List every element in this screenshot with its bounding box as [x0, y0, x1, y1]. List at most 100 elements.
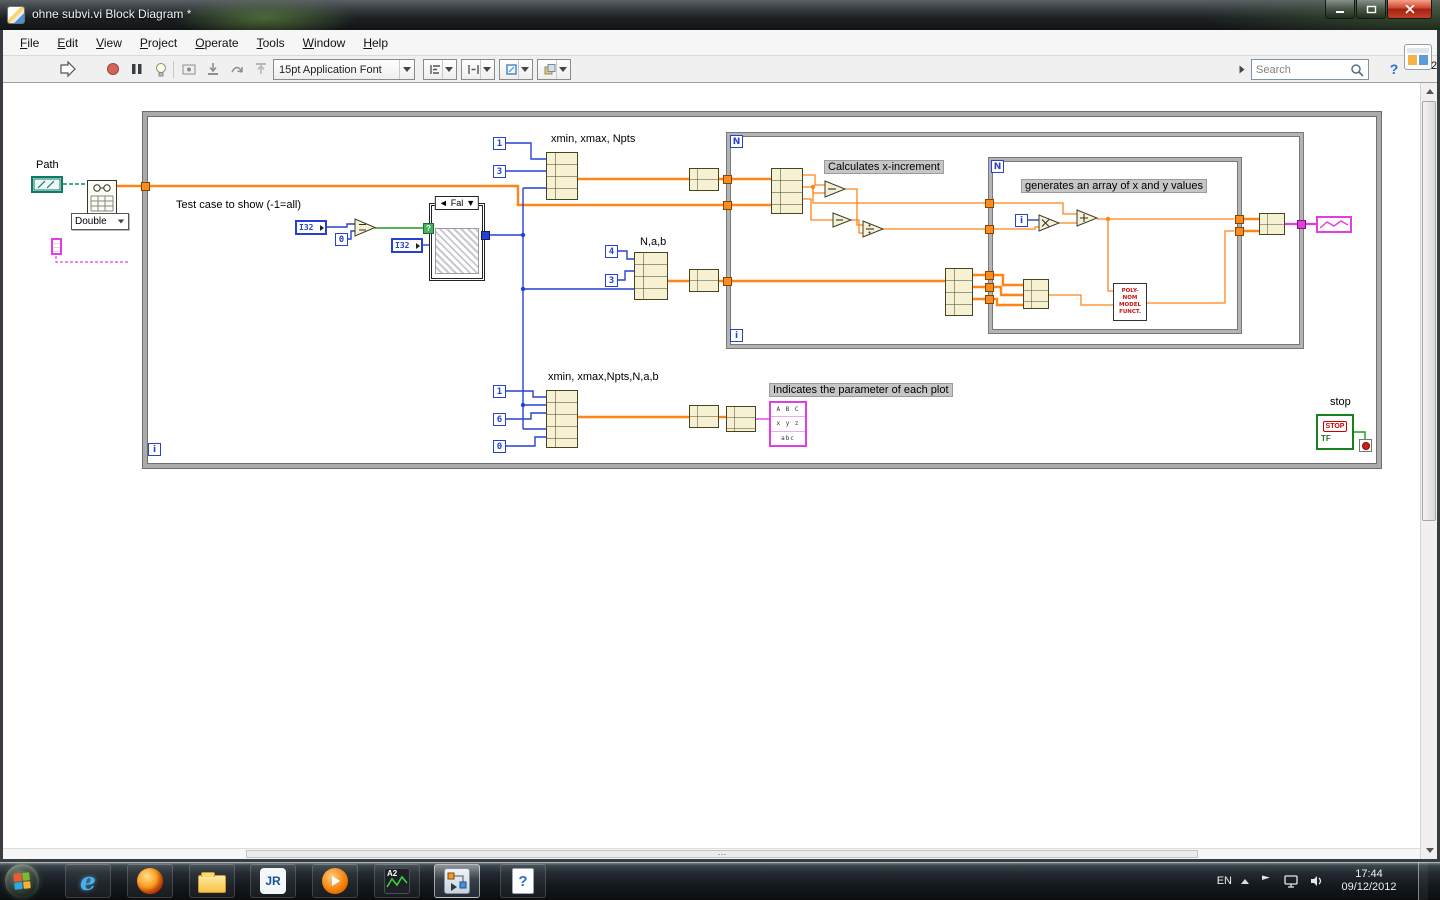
i32-control-terminal[interactable]: I32 [295, 220, 327, 235]
network-icon[interactable] [1283, 873, 1299, 889]
case-prev-icon[interactable]: ◄ [439, 198, 448, 208]
polymorphic-selector[interactable]: Double [71, 213, 129, 230]
taskbar-jr-app[interactable]: JR [250, 864, 296, 898]
index-array-node-b[interactable] [945, 268, 973, 316]
case-structure[interactable]: ◄ Fal ▼ [429, 196, 485, 281]
arrow-down-icon [1425, 848, 1434, 853]
polynomial-model-subvi[interactable]: POLY- NOM MODEL FUNCT. [1113, 283, 1147, 321]
start-button[interactable] [5, 864, 39, 898]
bundle-node[interactable] [1259, 213, 1285, 235]
generates-comment[interactable]: generates an array of x and y values [1021, 179, 1207, 193]
flag-action-center-icon[interactable] [1258, 873, 1274, 889]
index-array-node-a[interactable] [771, 168, 803, 214]
array-function-node-3[interactable] [689, 405, 719, 428]
numeric-constant-3[interactable]: 3 [493, 165, 506, 178]
taskbar-labview-help[interactable]: ? [500, 864, 546, 898]
context-help-button[interactable]: ? [1383, 58, 1405, 80]
language-indicator[interactable]: EN [1217, 875, 1232, 887]
string-constant[interactable] [51, 238, 62, 255]
array-function-node-1[interactable] [689, 168, 719, 191]
align-objects-button[interactable] [423, 59, 457, 80]
minimize-icon [1336, 10, 1344, 13]
help-icon: ? [512, 868, 534, 894]
path-control-terminal[interactable] [31, 176, 63, 193]
maximize-button[interactable] [1356, 0, 1386, 19]
show-desktop-button[interactable] [1418, 862, 1428, 900]
calculates-comment[interactable]: Calculates x-increment [824, 160, 944, 174]
scroll-up-button[interactable] [1421, 83, 1437, 100]
taskbar-labview-vi[interactable]: A2 [374, 864, 420, 898]
menu-view[interactable]: View [87, 32, 131, 54]
read-spreadsheet-file-node[interactable] [87, 180, 117, 214]
while-loop-iteration-terminal[interactable]: i [148, 443, 161, 456]
step-out-button[interactable] [250, 58, 272, 80]
menu-file[interactable]: File [11, 32, 48, 54]
stop-button-terminal[interactable]: STOP TF [1316, 414, 1354, 450]
font-selector[interactable]: 15pt Application Font [273, 59, 415, 80]
taskbar-labview-block-diagram[interactable] [434, 864, 480, 898]
search-options-button[interactable] [1235, 58, 1248, 80]
case-next-icon[interactable]: ▼ [466, 198, 475, 208]
speaker-icon[interactable] [1308, 873, 1324, 889]
show-hidden-icons-button[interactable] [1241, 878, 1249, 884]
search-input[interactable]: Search [1251, 59, 1369, 80]
menu-window[interactable]: Window [294, 32, 355, 54]
inner-for-loop-iteration-terminal[interactable]: i [1015, 214, 1028, 227]
numeric-constant-0b[interactable]: 0 [493, 440, 506, 453]
run-button[interactable] [55, 58, 81, 80]
index-array-node-c[interactable] [1023, 279, 1049, 309]
labview-taskbar-preview-icon[interactable] [1404, 44, 1432, 70]
numeric-constant-6[interactable]: 6 [493, 413, 506, 426]
numeric-constant-1[interactable]: 1 [493, 137, 506, 150]
for-loop-iteration-terminal[interactable]: i [730, 329, 743, 342]
case-selector[interactable]: ◄ Fal ▼ [434, 196, 480, 210]
menu-help[interactable]: Help [354, 32, 397, 54]
vertical-scrollbar[interactable] [1420, 83, 1437, 859]
step-over-button[interactable] [226, 58, 248, 80]
reorder-objects-button[interactable] [537, 59, 571, 80]
chevron-down-icon [517, 60, 532, 79]
indicates-comment[interactable]: Indicates the parameter of each plot [769, 383, 953, 397]
taskbar-media-player[interactable] [312, 864, 358, 898]
horizontal-scrollbar[interactable]: ··· [3, 848, 1420, 859]
for-loop-count-terminal[interactable]: N [730, 135, 743, 148]
vertical-scroll-thumb[interactable] [1422, 101, 1436, 521]
distribute-objects-button[interactable] [461, 59, 495, 80]
clock[interactable]: 17:44 09/12/2012 [1333, 868, 1405, 894]
retain-wire-values-button[interactable] [178, 58, 200, 80]
step-into-button[interactable] [202, 58, 224, 80]
array-function-node-2[interactable] [689, 269, 719, 292]
menu-edit[interactable]: Edit [48, 32, 87, 54]
menu-project[interactable]: Project [131, 32, 186, 54]
menu-operate[interactable]: Operate [186, 32, 247, 54]
align-objects-icon [430, 65, 440, 74]
xy-graph-terminal[interactable] [1316, 216, 1352, 233]
build-array-node-1[interactable] [546, 152, 578, 200]
numeric-constant-3b[interactable]: 3 [605, 274, 618, 287]
block-diagram-canvas[interactable]: Path Double Test case to show (-1=all) I… [3, 83, 1437, 859]
close-button[interactable] [1387, 0, 1432, 19]
numeric-constant-0[interactable]: 0 [335, 233, 348, 246]
inner-for-loop-count-terminal[interactable]: N [991, 160, 1004, 173]
i32-control-terminal-2[interactable]: I32 [391, 238, 423, 253]
labview-window-icon[interactable] [7, 6, 25, 24]
build-array-node-3[interactable] [546, 390, 578, 448]
taskbar-explorer[interactable] [189, 864, 235, 898]
horizontal-scroll-thumb[interactable]: ··· [246, 850, 1198, 859]
menu-tools[interactable]: Tools [248, 32, 294, 54]
number-to-string-node[interactable] [726, 406, 756, 432]
highlight-execution-button[interactable] [151, 58, 171, 80]
minimize-button[interactable] [1325, 0, 1355, 19]
build-array-node-2[interactable] [634, 252, 668, 300]
taskbar-internet-explorer[interactable]: e [65, 864, 111, 898]
pause-button[interactable] [127, 58, 147, 80]
scroll-down-button[interactable] [1421, 842, 1437, 859]
taskbar-firefox[interactable] [127, 864, 173, 898]
string-array-node[interactable]: A B C x y z abc [769, 401, 807, 447]
case-selector-terminal[interactable]: ? [423, 223, 434, 234]
numeric-constant-1b[interactable]: 1 [493, 385, 506, 398]
numeric-constant-4[interactable]: 4 [605, 245, 618, 258]
loop-condition-terminal[interactable] [1359, 439, 1372, 452]
resize-objects-button[interactable] [499, 59, 533, 80]
abort-button[interactable] [103, 58, 123, 80]
